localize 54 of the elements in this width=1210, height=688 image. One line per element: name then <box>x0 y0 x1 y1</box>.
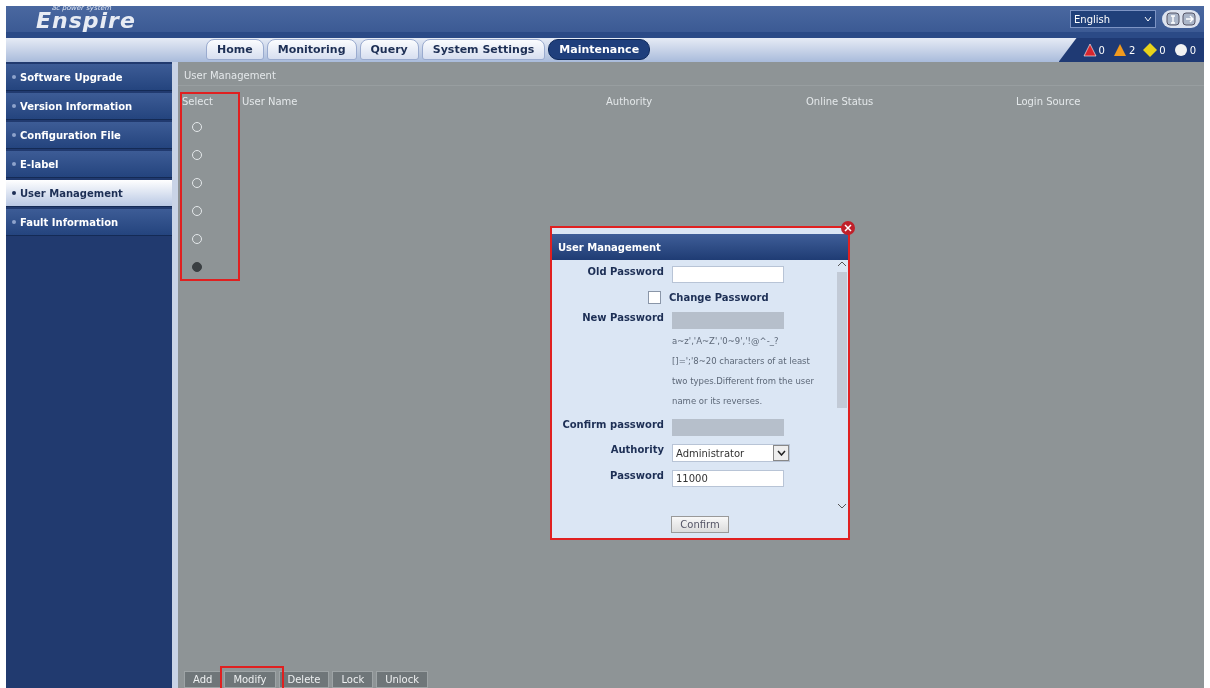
nav-tab[interactable]: Home <box>206 38 264 60</box>
nav-tab[interactable]: System Settings <box>421 38 546 60</box>
dropdown-caret-icon <box>1144 16 1152 22</box>
column-header: Login Source <box>1016 96 1082 107</box>
column-header: Select <box>182 96 214 107</box>
action-button[interactable]: Delete <box>278 671 330 688</box>
sidebar-item[interactable]: Configuration File <box>6 122 172 149</box>
sidebar-item[interactable]: Version Information <box>6 93 172 120</box>
sidebar-item[interactable]: User Management <box>6 180 172 207</box>
checkbox[interactable] <box>648 291 661 304</box>
logout-icon[interactable] <box>1182 12 1196 26</box>
column-header: Authority <box>606 96 654 107</box>
field-label: Password <box>609 470 664 481</box>
password-hint: a~z','A~Z','0~9','!@^-_?[]=';'8~20 characters of at least two types.Different from the user name or its reverses. <box>672 335 815 408</box>
alarm-count: 0 <box>1189 44 1196 56</box>
help-icon[interactable] <box>1166 12 1180 26</box>
sidebar-item[interactable]: E-label <box>6 151 172 178</box>
action-button[interactable]: Add <box>184 671 222 688</box>
major-alarm-icon[interactable] <box>1112 43 1127 57</box>
field-label: New Password <box>581 312 664 323</box>
authority-select[interactable]: Administrator <box>672 444 790 462</box>
field-label: Old Password <box>586 266 664 277</box>
confirm-button[interactable]: Confirm <box>671 515 729 533</box>
field-label: Confirm password <box>561 419 664 430</box>
nav-tab[interactable]: Maintenance <box>548 38 651 60</box>
checkbox-label: Change Password <box>669 292 769 303</box>
close-icon[interactable] <box>840 220 856 236</box>
sidebar-item[interactable]: Software Upgrade <box>6 64 172 91</box>
column-header: User Name <box>242 96 299 107</box>
nav-tab[interactable]: Monitoring <box>266 38 357 60</box>
field-label: Authority <box>609 444 664 455</box>
password-validity-field[interactable]: 11000 <box>672 470 784 487</box>
dialog-title: User Management <box>552 234 848 260</box>
caret-icon <box>776 450 786 456</box>
section-title: User Management <box>178 62 1204 86</box>
nav-tab[interactable]: Query <box>359 38 419 60</box>
scroll-down-icon[interactable] <box>837 502 847 510</box>
alarm-count: 0 <box>1098 44 1105 56</box>
scroll-up-icon[interactable] <box>837 260 847 268</box>
language-select[interactable]: English <box>1070 10 1156 28</box>
action-button[interactable]: Modify <box>224 671 276 688</box>
old-password-field[interactable] <box>672 266 784 283</box>
column-header: Online Status <box>806 96 875 107</box>
highlight-frame <box>220 666 284 688</box>
alarm-count: 2 <box>1128 44 1136 56</box>
critical-alarm-icon[interactable] <box>1082 43 1097 57</box>
row-radio[interactable] <box>192 262 202 272</box>
action-button[interactable]: Unlock <box>376 671 429 688</box>
warning-alarm-icon[interactable] <box>1173 43 1188 57</box>
sidebar-item[interactable]: Fault Information <box>6 209 172 236</box>
action-button[interactable]: Lock <box>332 671 374 688</box>
alarm-count: 0 <box>1159 44 1166 56</box>
scrollbar-thumb[interactable] <box>837 272 847 408</box>
minor-alarm-icon[interactable] <box>1143 43 1158 57</box>
